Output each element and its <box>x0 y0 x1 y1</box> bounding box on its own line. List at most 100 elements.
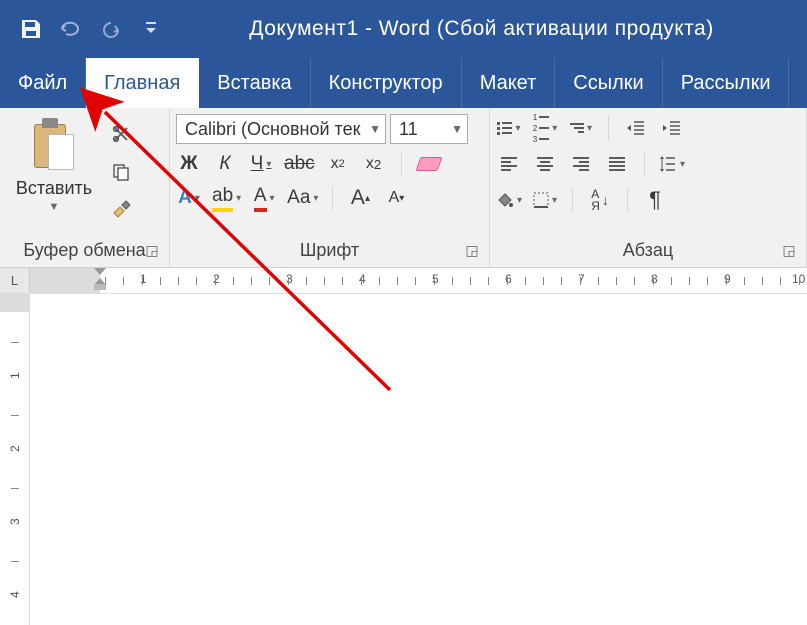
tab-file[interactable]: Файл <box>0 58 86 108</box>
ruler-minor-tick <box>379 277 380 285</box>
ruler-minor-tick <box>616 277 617 285</box>
bullets-button[interactable] <box>496 114 522 142</box>
subscript-button[interactable]: x2 <box>325 150 351 178</box>
text-effects-button[interactable]: A <box>176 184 202 212</box>
vruler-tick: 4 <box>8 591 22 598</box>
ruler-minor-tick <box>105 277 106 285</box>
tab-layout[interactable]: Макет <box>462 58 556 108</box>
ruler-minor-tick <box>342 277 343 285</box>
numbering-button[interactable]: 1 2 3 <box>532 114 558 142</box>
paragraph-launcher-icon[interactable]: ◲ <box>782 242 796 256</box>
qat-customize-icon[interactable] <box>138 16 164 42</box>
underline-button[interactable]: Ч <box>248 150 274 178</box>
tab-home[interactable]: Главная <box>86 58 199 108</box>
copy-icon <box>111 162 131 182</box>
separator <box>572 188 573 212</box>
multilevel-icon <box>570 123 584 133</box>
line-spacing-button[interactable] <box>659 150 685 178</box>
clear-formatting-button[interactable] <box>416 150 442 178</box>
undo-icon[interactable] <box>58 16 84 42</box>
font-color-button[interactable]: A <box>251 184 277 212</box>
separator <box>608 116 609 140</box>
clipboard-launcher-icon[interactable]: ◲ <box>145 242 159 256</box>
superscript-button[interactable]: x2 <box>361 150 387 178</box>
ruler-minor-tick <box>653 277 654 285</box>
paste-dropdown-icon[interactable]: ▼ <box>49 201 60 213</box>
align-right-button[interactable] <box>568 150 594 178</box>
save-icon[interactable] <box>18 16 44 42</box>
document-page[interactable] <box>30 294 807 625</box>
shading-button[interactable] <box>496 186 522 214</box>
strikethrough-button[interactable]: abc <box>284 150 315 178</box>
ruler-margin-shade <box>30 268 100 293</box>
scissors-icon <box>111 124 131 144</box>
ruler-minor-tick <box>397 277 398 285</box>
ruler-minor-tick <box>361 277 362 285</box>
title-bar: Документ1 - Word (Сбой активации продукт… <box>0 0 807 58</box>
redo-icon[interactable] <box>98 16 124 42</box>
change-case-button[interactable]: Aa <box>287 184 318 212</box>
tab-review[interactable]: Реце <box>789 58 807 108</box>
decrease-indent-button[interactable] <box>623 114 649 142</box>
ruler-minor-tick <box>178 277 179 285</box>
grow-font-button[interactable]: A▴ <box>347 184 373 212</box>
font-name-combo[interactable]: Calibri (Основной тек ▼ <box>176 114 386 144</box>
borders-icon <box>533 192 549 208</box>
shrink-font-button[interactable]: A▾ <box>383 184 409 212</box>
align-center-button[interactable] <box>532 150 558 178</box>
tab-design[interactable]: Конструктор <box>311 58 462 108</box>
font-size-value: 11 <box>399 119 418 140</box>
ruler-minor-tick <box>525 277 526 285</box>
vruler-tick: 2 <box>8 445 22 452</box>
ruler-minor-tick <box>415 277 416 285</box>
format-painter-button[interactable] <box>106 196 136 224</box>
tab-selector[interactable]: L <box>0 268 30 293</box>
vruler-tick: 3 <box>8 518 22 525</box>
ruler-minor-tick <box>707 277 708 285</box>
ruler-minor-tick <box>251 277 252 285</box>
paste-label: Вставить <box>16 178 92 199</box>
ruler-minor-tick <box>598 277 599 285</box>
vertical-ruler[interactable]: 1 2 3 4 <box>0 294 30 625</box>
bullets-icon <box>497 122 512 135</box>
tab-mailings[interactable]: Рассылки <box>663 58 790 108</box>
font-size-combo[interactable]: 11 ▼ <box>390 114 468 144</box>
borders-button[interactable] <box>532 186 558 214</box>
paste-button[interactable]: Вставить ▼ <box>6 114 102 236</box>
align-left-button[interactable] <box>496 150 522 178</box>
indent-icon <box>662 120 682 136</box>
ruler-minor-tick <box>123 277 124 285</box>
align-right-icon <box>573 157 589 171</box>
cut-button[interactable] <box>106 120 136 148</box>
group-clipboard: Вставить ▼ Буфер обмена ◲ <box>0 108 170 267</box>
ruler-minor-tick <box>196 277 197 285</box>
copy-button[interactable] <box>106 158 136 186</box>
ruler-row: L 1 2 3 4 5 6 7 8 9 10 <box>0 268 807 294</box>
ruler-minor-tick <box>744 277 745 285</box>
ruler-minor-tick <box>142 277 143 285</box>
ruler-minor-tick <box>762 277 763 285</box>
highlight-button[interactable]: ab <box>212 184 241 212</box>
ruler-minor-tick <box>726 277 727 285</box>
separator <box>627 188 628 212</box>
ribbon-tabstrip: Файл Главная Вставка Конструктор Макет С… <box>0 58 807 108</box>
tab-insert[interactable]: Вставка <box>199 58 310 108</box>
ruler-minor-tick <box>269 277 270 285</box>
increase-indent-button[interactable] <box>659 114 685 142</box>
ribbon: Вставить ▼ Буфер обмена ◲ <box>0 108 807 268</box>
window-title: Документ1 - Word (Сбой активации продукт… <box>164 17 799 41</box>
bold-button[interactable]: Ж <box>176 150 202 178</box>
show-marks-button[interactable]: ¶ <box>642 186 668 214</box>
justify-button[interactable] <box>604 150 630 178</box>
sort-button[interactable]: АЯ↓ <box>587 186 613 214</box>
ruler-minor-tick <box>780 277 781 285</box>
group-font: Calibri (Основной тек ▼ 11 ▼ Ж К Ч abc x… <box>170 108 490 267</box>
ruler-minor-tick <box>160 277 161 285</box>
multilevel-list-button[interactable] <box>568 114 594 142</box>
chevron-down-icon: ▼ <box>369 122 381 136</box>
italic-button[interactable]: К <box>212 150 238 178</box>
vruler-tick: 1 <box>8 372 22 379</box>
tab-references[interactable]: Ссылки <box>555 58 662 108</box>
horizontal-ruler[interactable]: 1 2 3 4 5 6 7 8 9 10 <box>30 268 807 293</box>
font-launcher-icon[interactable]: ◲ <box>465 242 479 256</box>
